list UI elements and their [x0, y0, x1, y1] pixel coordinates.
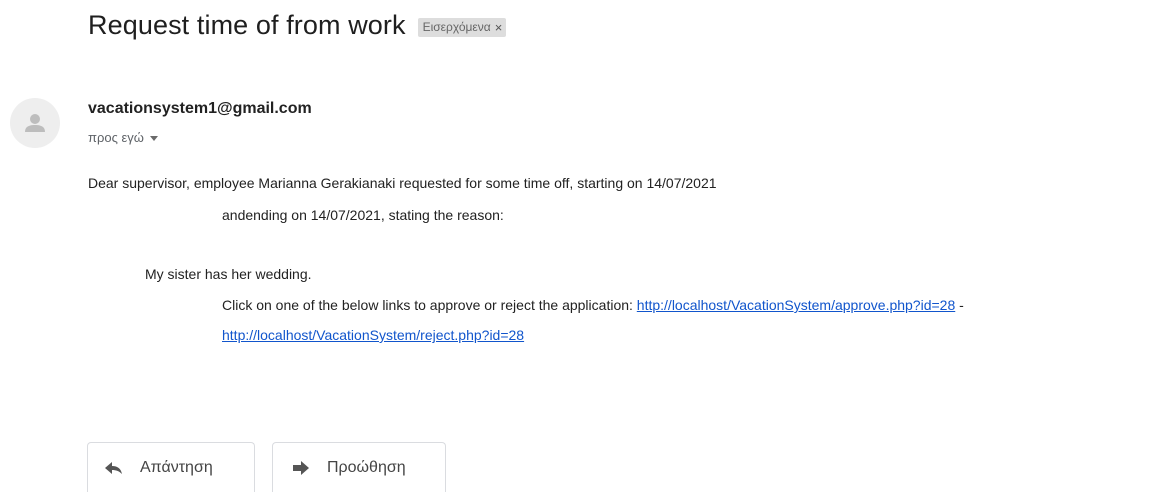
person-silhouette-icon	[25, 114, 45, 132]
recipient-label: προς εγώ	[88, 130, 144, 145]
approve-link[interactable]: http://localhost/VacationSystem/approve.…	[637, 297, 955, 313]
body-line-reason: My sister has her wedding.	[145, 266, 312, 282]
forward-button[interactable]: Προώθηση	[272, 442, 446, 492]
body-line-reject: http://localhost/VacationSystem/reject.p…	[222, 327, 524, 343]
links-instruction: Click on one of the below links to appro…	[222, 297, 637, 313]
forward-label: Προώθηση	[327, 458, 406, 476]
reply-button[interactable]: Απάντηση	[87, 442, 255, 492]
reply-arrow-icon	[104, 458, 124, 478]
reply-label: Απάντηση	[140, 458, 213, 476]
reject-link[interactable]: http://localhost/VacationSystem/reject.p…	[222, 327, 524, 343]
forward-arrow-icon	[291, 458, 311, 478]
sender-address: vacationsystem1@gmail.com	[88, 100, 312, 117]
subject-row: Request time of from work Εισερχόμενα ×	[88, 10, 507, 41]
recipient-details-toggle[interactable]: προς εγώ	[88, 130, 158, 145]
inbox-label-text: Εισερχόμενα	[422, 19, 491, 34]
inbox-label-chip[interactable]: Εισερχόμενα ×	[417, 17, 507, 37]
body-line-1: Dear supervisor, employee Marianna Gerak…	[88, 175, 717, 191]
sender-avatar	[10, 98, 60, 148]
links-separator: -	[955, 297, 964, 313]
body-line-2: andending on 14/07/2021, stating the rea…	[222, 207, 504, 223]
body-line-links: Click on one of the below links to appro…	[222, 297, 964, 313]
email-view: Request time of from work Εισερχόμενα × …	[0, 0, 1154, 492]
remove-label-icon[interactable]: ×	[495, 18, 503, 37]
email-subject: Request time of from work	[88, 10, 406, 40]
caret-down-icon[interactable]	[149, 135, 158, 141]
